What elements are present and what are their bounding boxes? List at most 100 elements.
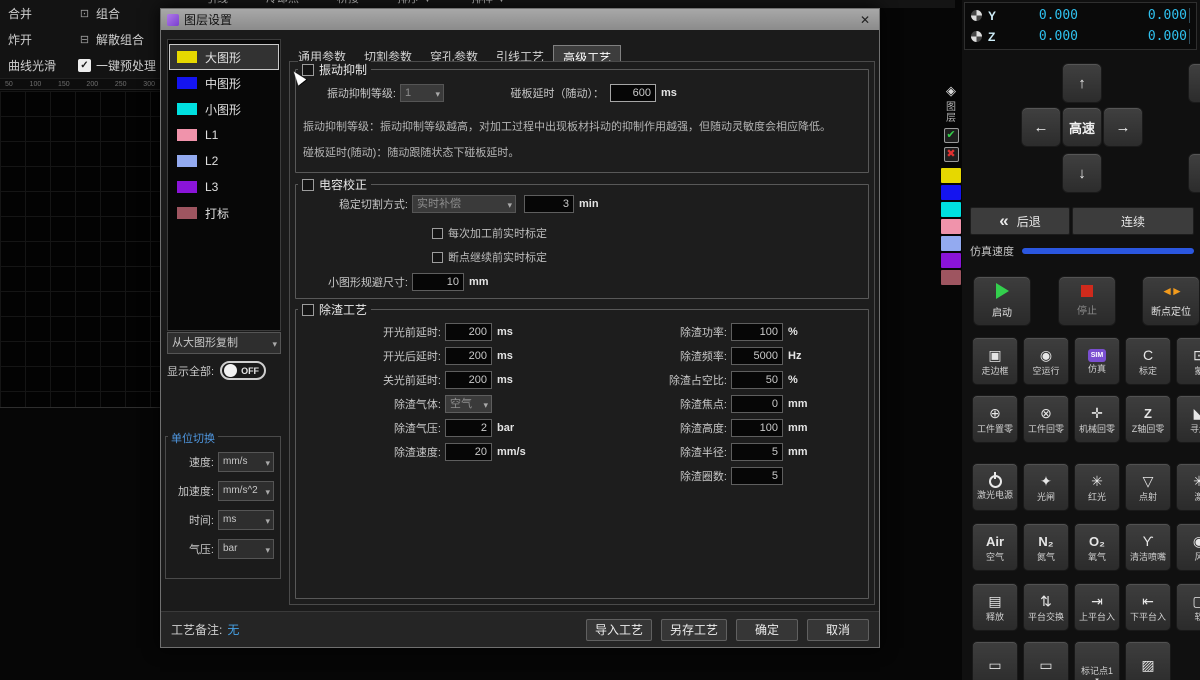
cancel-x-icon[interactable]: ✖ bbox=[944, 147, 959, 162]
slag-removal-checkbox[interactable] bbox=[302, 304, 314, 316]
oxygen-button[interactable]: O₂ 氧气 bbox=[1074, 523, 1120, 571]
slag-radius-input[interactable]: 5 bbox=[731, 443, 783, 461]
save-as-process-button[interactable]: 另存工艺 bbox=[661, 619, 727, 641]
stable-cut-mode-dropdown[interactable]: 实时补偿 bbox=[412, 195, 516, 213]
workpiece-zero-button[interactable]: ⊕ 工件置零 bbox=[972, 395, 1018, 443]
slag-height-input[interactable]: 100 bbox=[731, 419, 783, 437]
sim-speed-slider[interactable] bbox=[1022, 248, 1194, 254]
time-unit-select[interactable]: ms bbox=[218, 510, 274, 530]
acceleration-unit-select[interactable]: mm/s^2 bbox=[218, 481, 274, 501]
import-process-button[interactable]: 导入工艺 bbox=[586, 619, 652, 641]
jog-up-button[interactable]: ↑ bbox=[1062, 63, 1102, 103]
mark-point-button[interactable]: 标记点1 ▾ bbox=[1074, 641, 1120, 680]
jog-down-button[interactable]: ↓ bbox=[1062, 153, 1102, 193]
jog-speed-toggle[interactable]: 高速 bbox=[1062, 107, 1102, 147]
menu-item[interactable]: ⊡ 组合 bbox=[78, 5, 168, 21]
layer-list-item[interactable]: 大图形 bbox=[169, 44, 279, 70]
cancel-button[interactable]: 取消 bbox=[807, 619, 869, 641]
layer-list-item[interactable]: 中图形 bbox=[169, 70, 279, 96]
machine-home-button[interactable]: ✛ 机械回零 bbox=[1074, 395, 1120, 443]
shutter-button[interactable]: ✦ 光闸 bbox=[1023, 463, 1069, 511]
partial-fan-button[interactable]: ◉ 风 bbox=[1176, 523, 1200, 571]
menu-item[interactable]: 曲线光滑 bbox=[8, 57, 78, 73]
upper-pallet-in-button[interactable]: ⇥ 上平台入 bbox=[1074, 583, 1120, 631]
layer-color-swatch[interactable] bbox=[941, 219, 961, 234]
layer-color-swatch[interactable] bbox=[941, 168, 961, 183]
layer-list-item[interactable]: L1 bbox=[169, 122, 279, 148]
calibrate-button[interactable]: C 标定 bbox=[1125, 337, 1171, 385]
stop-button[interactable]: 停止 bbox=[1058, 276, 1116, 326]
pallet-exchange-button[interactable]: ⇅ 平台交换 bbox=[1023, 583, 1069, 631]
show-all-toggle[interactable]: OFF bbox=[220, 361, 266, 380]
clean-nozzle-button[interactable]: ϒ 清洁喷嘴 bbox=[1125, 523, 1171, 571]
breakpoint-locate-button[interactable]: ◄► 断点定位 bbox=[1142, 276, 1200, 326]
slag-focus-input[interactable]: 0 bbox=[731, 395, 783, 413]
pressure-unit-select[interactable]: bar bbox=[218, 539, 274, 559]
jog-left-button[interactable]: ← bbox=[1021, 107, 1061, 147]
slag-frequency-input[interactable]: 5000 bbox=[731, 347, 783, 365]
capacitance-checkbox[interactable] bbox=[302, 179, 314, 191]
confirm-button[interactable]: 确定 bbox=[736, 619, 798, 641]
laser-off-pre-delay-input[interactable]: 200 bbox=[445, 371, 492, 389]
close-icon[interactable]: ✕ bbox=[857, 13, 873, 27]
z-home-button[interactable]: Z Z轴回零 bbox=[1125, 395, 1171, 443]
slag-loops-input[interactable]: 5 bbox=[731, 467, 783, 485]
laser-on-post-delay-input[interactable]: 200 bbox=[445, 347, 492, 365]
slag-duty-input[interactable]: 50 bbox=[731, 371, 783, 389]
air-button[interactable]: Air 空气 bbox=[972, 523, 1018, 571]
layer-list-item[interactable]: L3 bbox=[169, 174, 279, 200]
layer-color-swatch[interactable] bbox=[941, 236, 961, 251]
edge-seek-button[interactable]: ◣ 寻边 bbox=[1176, 395, 1200, 443]
slag-power-input[interactable]: 100 bbox=[731, 323, 783, 341]
release-button[interactable]: ▤ 释放 bbox=[972, 583, 1018, 631]
toolbar-item[interactable]: 桥接 bbox=[337, 0, 359, 7]
layer-list-item[interactable]: 打标 bbox=[169, 200, 279, 226]
toolbar-item[interactable]: 引线 bbox=[206, 0, 228, 7]
menu-item[interactable]: 炸开 bbox=[8, 31, 78, 47]
burst-button[interactable]: ▽ 点射 bbox=[1125, 463, 1171, 511]
jog-right-button[interactable]: → bbox=[1103, 107, 1143, 147]
stable-cut-interval-input[interactable]: 3 bbox=[524, 195, 574, 213]
menu-item[interactable]: ⊟ 解散组合 bbox=[78, 31, 168, 47]
calibrate-before-process-checkbox[interactable] bbox=[432, 228, 443, 239]
layer-list-item[interactable]: 小图形 bbox=[169, 96, 279, 122]
red-light-button[interactable]: ✳ 红光 bbox=[1074, 463, 1120, 511]
small-shape-avoid-input[interactable]: 10 bbox=[412, 273, 464, 291]
menu-item[interactable]: ✓ 一键预处理 bbox=[78, 57, 168, 73]
walk-frame-button[interactable]: ▣ 走边框 bbox=[972, 337, 1018, 385]
layer-color-swatch[interactable] bbox=[941, 185, 961, 200]
copy-from-dropdown[interactable]: 从大图形复制 bbox=[167, 332, 281, 354]
speed-unit-select[interactable]: mm/s bbox=[218, 452, 274, 472]
laser-on-pre-delay-input[interactable]: 200 bbox=[445, 323, 492, 341]
slag-pressure-input[interactable]: 2 bbox=[445, 419, 492, 437]
start-button[interactable]: 启动 bbox=[973, 276, 1031, 326]
jog-partial-button[interactable] bbox=[1188, 63, 1200, 103]
lower-pallet-in-button[interactable]: ⇤ 下平台入 bbox=[1125, 583, 1171, 631]
layers-stack-icon[interactable]: ◈ bbox=[946, 84, 956, 98]
toolbar-item[interactable]: 冷却点 bbox=[266, 0, 299, 7]
apply-check-icon[interactable]: ✔ bbox=[944, 128, 959, 143]
simulate-button[interactable]: SIM 仿真 bbox=[1074, 337, 1120, 385]
partial-laser-button[interactable]: ✳ 激 bbox=[1176, 463, 1200, 511]
continuous-button[interactable]: 连续 bbox=[1072, 207, 1194, 235]
workpiece-home-button[interactable]: ⊗ 工件回零 bbox=[1023, 395, 1069, 443]
platform-screen-button[interactable]: ▭ bbox=[972, 641, 1018, 680]
dry-run-button[interactable]: ◉ 空运行 bbox=[1023, 337, 1069, 385]
slag-speed-input[interactable]: 20 bbox=[445, 443, 492, 461]
platform-screen2-button[interactable]: ▭ bbox=[1023, 641, 1069, 680]
layer-color-swatch[interactable] bbox=[941, 270, 961, 285]
backward-button[interactable]: « 后退 bbox=[970, 207, 1070, 235]
partial-soft-button[interactable]: ▢ 软 bbox=[1176, 583, 1200, 631]
dialog-titlebar[interactable]: 图层设置 ✕ bbox=[161, 9, 879, 30]
laser-power-button[interactable]: 激光电源 bbox=[972, 463, 1018, 511]
drawing-canvas[interactable] bbox=[0, 91, 160, 408]
calibrate-before-resume-checkbox[interactable] bbox=[432, 252, 443, 263]
layer-list-item[interactable]: L2 bbox=[169, 148, 279, 174]
jog-partial-button[interactable] bbox=[1188, 153, 1200, 193]
toolbar-item[interactable]: 排序 ▼ bbox=[397, 0, 433, 7]
protect-door-button[interactable]: ▨ bbox=[1125, 641, 1171, 680]
nitrogen-button[interactable]: N₂ 氮气 bbox=[1023, 523, 1069, 571]
vibration-level-dropdown[interactable]: 1 bbox=[400, 84, 444, 102]
layer-color-swatch[interactable] bbox=[941, 253, 961, 268]
board-delay-input[interactable]: 600 bbox=[610, 84, 656, 102]
